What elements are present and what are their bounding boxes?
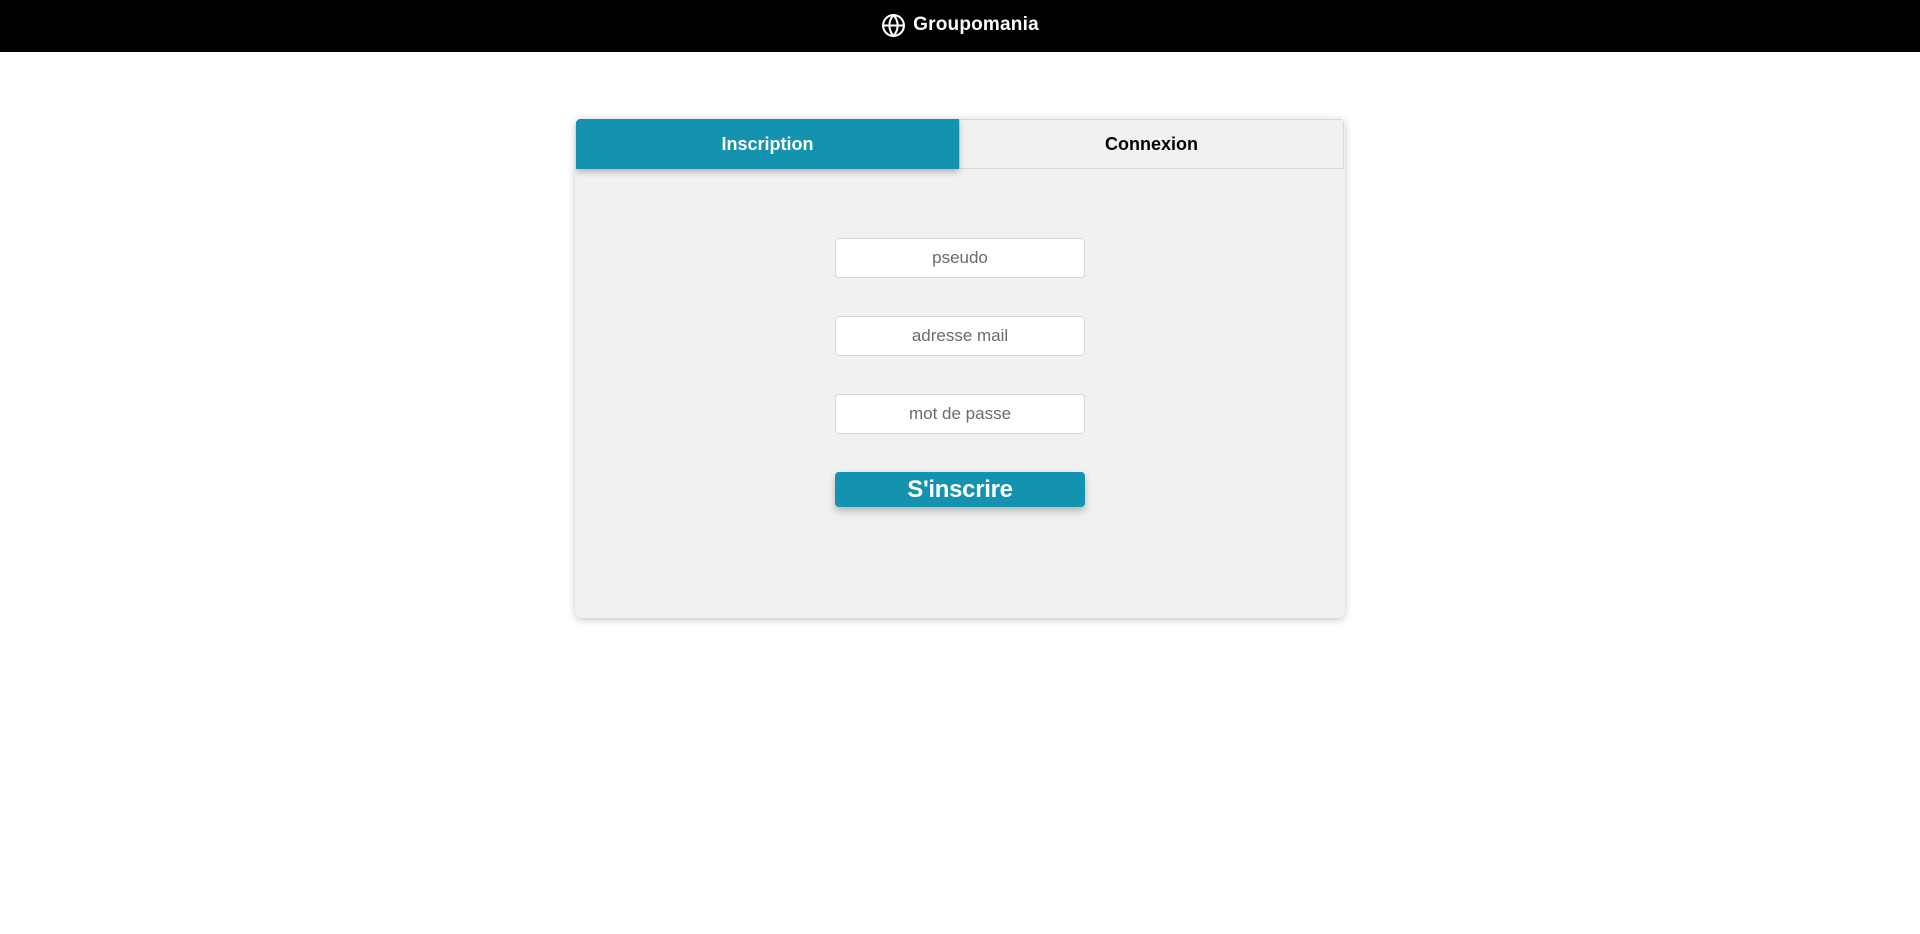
email-field[interactable] [835,316,1085,356]
password-field[interactable] [835,394,1085,434]
tab-inscription[interactable]: Inscription [576,119,959,169]
tab-connexion[interactable]: Connexion [959,119,1344,169]
brand[interactable]: Groupomania [881,13,1039,38]
signup-button[interactable]: S'inscrire [835,472,1085,507]
top-bar: Groupomania [0,0,1920,52]
username-field[interactable] [835,238,1085,278]
auth-tabs: Inscription Connexion [576,119,1344,169]
signup-form: S'inscrire [575,238,1345,507]
globe-icon [881,13,906,38]
brand-name: Groupomania [913,14,1039,35]
auth-card: Inscription Connexion S'inscrire [575,118,1345,618]
